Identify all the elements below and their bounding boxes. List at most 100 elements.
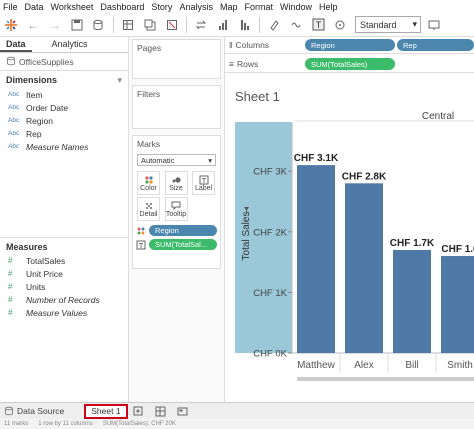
measure-field[interactable]: # TotalSales xyxy=(0,254,128,267)
tab-analytics[interactable]: Analytics xyxy=(46,37,94,52)
dimension-field[interactable]: Abc Item xyxy=(0,88,128,101)
highlight-icon[interactable] xyxy=(265,16,283,34)
mark-type-dropdown[interactable]: Automatic ▾ xyxy=(137,154,216,166)
duplicate-sheet-icon[interactable] xyxy=(141,16,159,34)
filters-card[interactable]: Filters xyxy=(132,85,221,129)
dimension-field[interactable]: Abc Order Date xyxy=(0,101,128,114)
pages-card[interactable]: Pages xyxy=(132,39,221,79)
sort-descending-icon[interactable] xyxy=(236,16,254,34)
dimension-field[interactable]: Abc Rep xyxy=(0,127,128,140)
svg-text:T: T xyxy=(201,178,206,185)
sheet-title: Sheet 1 xyxy=(235,89,280,104)
data-pane-tabs: Data Analytics xyxy=(0,37,128,53)
measure-name: Measure Values xyxy=(26,307,88,318)
menu-window[interactable]: Window xyxy=(277,2,316,12)
clear-sheet-icon[interactable] xyxy=(163,16,181,34)
menu-file[interactable]: File xyxy=(0,2,22,12)
measure-field[interactable]: # Units xyxy=(0,280,128,293)
menu-story[interactable]: Story xyxy=(148,2,176,12)
menu-analysis[interactable]: Analysis xyxy=(176,2,217,12)
menu-dashboard[interactable]: Dashboard xyxy=(97,2,148,12)
color-icon xyxy=(137,227,145,234)
rows-icon: ≡ xyxy=(229,59,234,69)
new-dashboard-icon[interactable] xyxy=(152,402,170,420)
rows-label: Rows xyxy=(236,59,259,69)
sort-ascending-icon[interactable] xyxy=(214,16,232,34)
y-tick-label: CHF 2K xyxy=(253,227,287,238)
detail-button[interactable]: Detail xyxy=(137,197,160,221)
bar[interactable] xyxy=(441,256,474,353)
measure-field[interactable]: # Unit Price xyxy=(0,267,128,280)
group-icon[interactable] xyxy=(287,16,305,34)
bar[interactable] xyxy=(393,249,431,353)
rows-shelf: ≡ Rows SUM(TotalSales) xyxy=(225,56,474,73)
marks-card: Marks Automatic ▾ Color Size T Label Det… xyxy=(132,135,221,269)
measure-field[interactable]: # Number of Records xyxy=(0,293,128,306)
new-story-icon[interactable] xyxy=(174,402,192,420)
dimension-field[interactable]: Abc Region xyxy=(0,114,128,127)
dimensions-menu-icon[interactable]: ▾ xyxy=(117,75,122,86)
bar[interactable] xyxy=(345,183,383,353)
columns-pill-rep[interactable]: Rep xyxy=(397,39,474,51)
save-icon[interactable] xyxy=(68,16,86,34)
rows-pill-sum[interactable]: SUM(TotalSales) xyxy=(305,58,395,70)
swap-icon[interactable] xyxy=(192,16,210,34)
fix-axes-icon[interactable] xyxy=(331,16,349,34)
dimension-name: Rep xyxy=(26,128,42,139)
back-arrow-icon[interactable]: ← xyxy=(24,16,42,34)
chevron-down-icon: ▾ xyxy=(208,155,212,165)
horizontal-scrollbar[interactable] xyxy=(297,377,474,381)
bar[interactable] xyxy=(297,165,335,353)
size-label: Size xyxy=(169,184,183,192)
chevron-down-icon: ▾ xyxy=(412,19,417,29)
columns-pill-region[interactable]: Region xyxy=(305,39,395,51)
tab-data[interactable]: Data xyxy=(0,37,32,52)
color-button[interactable]: Color xyxy=(137,171,160,195)
fit-dropdown[interactable]: Standard ▾ xyxy=(355,16,421,33)
marks-title: Marks xyxy=(137,139,161,149)
new-sheet-icon[interactable] xyxy=(119,16,137,34)
svg-text:T: T xyxy=(139,243,144,250)
viz-area: Sheet 1 Central Total Sales CHF 3K CHF 2K… xyxy=(225,73,474,402)
dimension-name: Measure Names xyxy=(26,141,89,152)
label-button[interactable]: T Label xyxy=(192,171,216,195)
status-sum: SUM(TotalSales): CHF 20K xyxy=(102,421,176,427)
data-pane: Data Analytics OfficeSupplies Dimensions… xyxy=(0,37,129,402)
new-datasource-icon[interactable] xyxy=(90,16,108,34)
filters-title: Filters xyxy=(137,89,161,99)
label-label: Label xyxy=(194,184,213,192)
size-button[interactable]: Size xyxy=(164,171,188,195)
measure-field[interactable]: # Measure Values xyxy=(0,306,128,319)
show-labels-icon[interactable]: T xyxy=(309,16,327,34)
toolbar: ← → T Standard ▾ xyxy=(0,13,474,37)
status-rows: 1 row by 11 columns xyxy=(38,421,93,427)
marks-pill-region[interactable]: Region xyxy=(149,225,217,236)
menu-format[interactable]: Format xyxy=(241,2,277,12)
presentation-mode-icon[interactable] xyxy=(425,16,443,34)
marks-pill-sum[interactable]: SUM(TotalSal... xyxy=(149,239,217,250)
marks-pill-row: T SUM(TotalSal... xyxy=(136,239,217,250)
dimension-field[interactable]: Abc Measure Names xyxy=(0,140,128,153)
sheet-tab-active[interactable]: Sheet 1 xyxy=(84,403,128,419)
menu-data[interactable]: Data xyxy=(22,2,48,12)
y-tick-label: CHF 1K xyxy=(253,288,287,299)
tooltip-icon xyxy=(171,201,181,210)
measure-name: Number of Records xyxy=(26,294,100,305)
menu-help[interactable]: Help xyxy=(316,2,342,12)
pages-title: Pages xyxy=(137,43,162,53)
string-type-icon: Abc xyxy=(8,117,20,124)
forward-arrow-icon[interactable]: → xyxy=(46,16,64,34)
new-worksheet-icon[interactable] xyxy=(130,402,148,420)
menu-map[interactable]: Map xyxy=(217,2,242,12)
fit-value: Standard xyxy=(360,19,397,30)
status-bar: 11 marks 1 row by 11 columns SUM(TotalSa… xyxy=(0,419,474,429)
bars: CHF 3.1K Matthew CHF 2.8K Alex CHF 1.7K Bill C… xyxy=(294,153,474,381)
y-tick-label: CHF 0K xyxy=(253,349,287,360)
svg-text:T: T xyxy=(315,20,321,30)
tooltip-button[interactable]: Tooltip xyxy=(164,197,188,221)
cards-pane: Pages Filters Marks Automatic ▾ Color Si… xyxy=(129,37,225,402)
datasource-item[interactable]: OfficeSupplies xyxy=(0,53,128,71)
tableau-logo-icon[interactable] xyxy=(2,16,20,34)
menu-worksheet[interactable]: Worksheet xyxy=(48,2,98,12)
data-source-tab[interactable]: Data Source xyxy=(0,406,64,416)
